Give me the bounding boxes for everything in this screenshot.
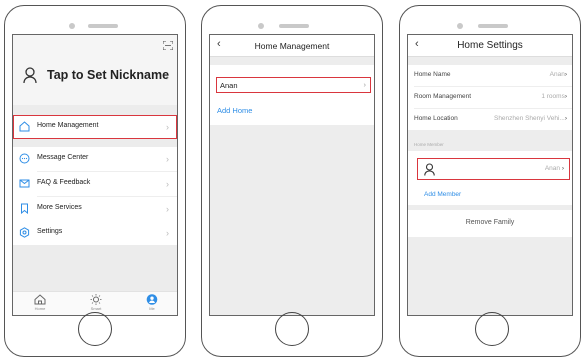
home-button[interactable]	[475, 312, 509, 346]
sun-icon	[90, 294, 102, 305]
menu-item-more-services[interactable]: More Services ›	[13, 197, 177, 221]
add-home-link[interactable]: Add Home	[217, 106, 252, 115]
profile-header[interactable]: Tap to Set Nickname ›	[13, 35, 177, 105]
menu-group-3: Settings ›	[13, 221, 177, 245]
row-home-name[interactable]: Home Name Anan›	[408, 65, 572, 86]
row-label: Home Name	[414, 71, 451, 78]
row-room-management[interactable]: Room Management 1 rooms›	[408, 87, 572, 108]
row-home-location[interactable]: Home Location Shenzhen Shenyi Vehi...›	[408, 109, 572, 130]
chevron-right-icon: ›	[564, 71, 567, 78]
room-count-value: 1 rooms	[541, 93, 565, 100]
chevron-right-icon: ›	[166, 154, 169, 164]
home-tab-icon	[34, 294, 46, 305]
chevron-right-icon: ›	[166, 72, 169, 82]
phone-frame-home-management: ‹ Home Management Anan › Add Home	[201, 5, 383, 357]
menu-item-settings[interactable]: Settings ›	[13, 221, 177, 245]
row-value: Shenzhen Shenyi Vehi...›	[494, 115, 567, 122]
chevron-right-icon: ›	[166, 122, 169, 132]
gear-icon	[19, 227, 30, 238]
nav-bar: ‹ Home Settings	[408, 35, 572, 57]
home-member-header: Home Member	[414, 142, 444, 147]
chevron-right-icon: ›	[561, 165, 564, 172]
user-icon	[146, 294, 158, 305]
tab-label: Smart	[90, 306, 102, 311]
row-label: Room Management	[414, 93, 472, 100]
profile-screen: Tap to Set Nickname › Home Management › …	[12, 34, 178, 316]
member-row-anan[interactable]: Anan ›	[417, 158, 570, 180]
home-item-anan[interactable]: Anan ›	[216, 77, 371, 93]
home-management-screen: ‹ Home Management Anan › Add Home	[209, 34, 375, 316]
remove-family-button[interactable]: Remove Family	[408, 210, 572, 237]
location-value: Shenzhen Shenyi Vehi...	[493, 115, 565, 122]
tab-smart[interactable]: Smart	[81, 294, 111, 311]
chevron-right-icon: ›	[166, 179, 169, 189]
row-value: 1 rooms›	[541, 93, 567, 100]
chevron-right-icon: ›	[166, 204, 169, 214]
camera-dot	[69, 23, 75, 29]
camera-dot	[457, 23, 463, 29]
speaker-slot	[88, 24, 118, 28]
faq-icon	[19, 179, 30, 188]
menu-label: FAQ & Feedback	[37, 179, 91, 186]
page-title: Home Management	[254, 41, 330, 51]
add-member-link[interactable]: Add Member	[424, 191, 461, 198]
speaker-slot	[279, 24, 309, 28]
row-label: Home Location	[414, 115, 458, 122]
remove-family-label: Remove Family	[465, 219, 515, 226]
tab-label: Me	[149, 306, 155, 311]
member-value: Anan ›	[545, 165, 564, 172]
camera-dot	[258, 23, 264, 29]
avatar-icon[interactable]	[23, 67, 37, 84]
tab-home[interactable]: Home	[25, 294, 55, 311]
chevron-right-icon: ›	[166, 228, 169, 238]
menu-group-1: Home Management ›	[13, 115, 177, 139]
nav-bar: ‹ Home Management	[210, 35, 374, 57]
home-name-value: Anan	[549, 71, 565, 78]
home-button[interactable]	[78, 312, 112, 346]
menu-label: Settings	[37, 228, 63, 235]
member-name: Anan	[544, 165, 561, 172]
phone-frame-home-settings: ‹ Home Settings Home Name Anan› Room Man…	[399, 5, 581, 357]
page-title: Home Settings	[457, 40, 523, 51]
home-item-label: Anan	[220, 81, 238, 90]
menu-label: Home Management	[37, 122, 99, 129]
message-icon	[19, 153, 30, 164]
chevron-right-icon: ›	[564, 93, 567, 100]
chevron-right-icon: ›	[564, 115, 567, 122]
tab-label: Home	[34, 306, 46, 311]
home-button[interactable]	[275, 312, 309, 346]
home-list: Anan › Add Home	[210, 65, 374, 125]
tab-me[interactable]: Me	[137, 294, 167, 311]
row-value: Anan›	[550, 71, 567, 78]
member-avatar-icon	[424, 163, 435, 176]
menu-label: More Services	[37, 204, 82, 211]
menu-item-message-center[interactable]: Message Center ›	[13, 147, 177, 171]
menu-item-faq-feedback[interactable]: FAQ & Feedback ›	[13, 172, 177, 196]
bookmark-icon	[21, 203, 28, 214]
speaker-slot	[478, 24, 508, 28]
home-info-block: Home Name Anan› Room Management 1 rooms›…	[408, 65, 572, 130]
home-settings-screen: ‹ Home Settings Home Name Anan› Room Man…	[407, 34, 573, 316]
chevron-right-icon: ›	[363, 80, 367, 89]
home-icon	[19, 121, 30, 132]
menu-label: Message Center	[37, 154, 89, 161]
menu-item-home-management[interactable]: Home Management ›	[13, 115, 177, 139]
scan-icon[interactable]	[163, 41, 173, 50]
menu-group-2: Message Center › FAQ & Feedback › More S…	[13, 147, 177, 221]
nickname-label[interactable]: Tap to Set Nickname	[47, 68, 169, 82]
phone-frame-profile: Tap to Set Nickname › Home Management › …	[4, 5, 186, 357]
